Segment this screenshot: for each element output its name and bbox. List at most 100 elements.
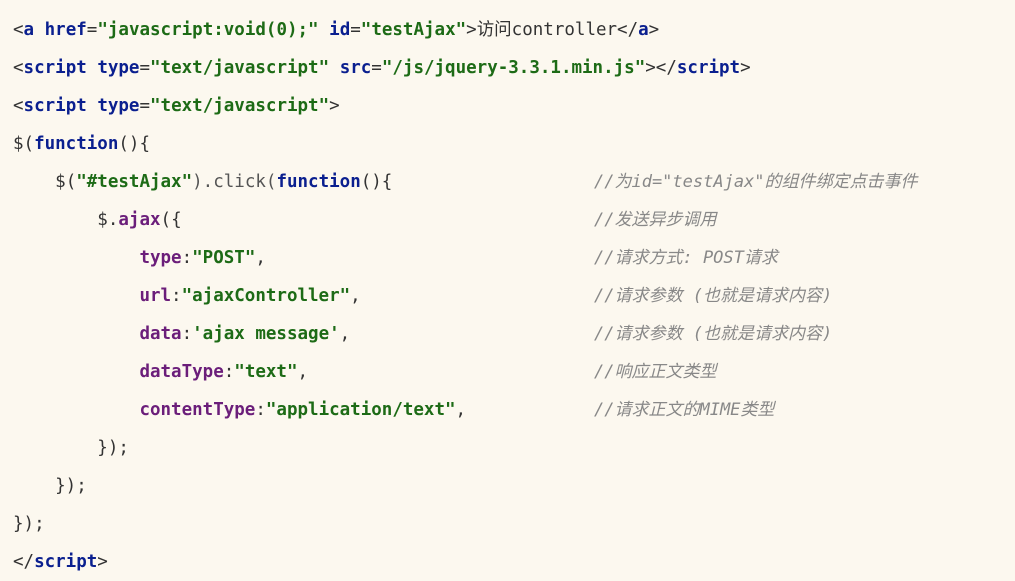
token-gt: > <box>329 96 340 116</box>
token-colon: : <box>181 248 193 268</box>
token-close-lt: </ <box>617 20 639 40</box>
token-eq: = <box>86 20 98 40</box>
code-line-9: data:'ajax message', <box>13 319 350 349</box>
token-lt: < <box>13 96 24 116</box>
token-plain: ).click( <box>192 172 277 192</box>
token-eq: = <box>139 58 151 78</box>
code-line-4: $(function(){ <box>13 129 150 159</box>
code-comment-11: //请求正文的MIME类型 <box>594 400 775 420</box>
code-line-6: $.ajax({ <box>13 205 182 235</box>
token-eq: = <box>350 20 361 40</box>
token-string: "testAjax" <box>360 20 467 40</box>
token-tag: script <box>676 58 741 78</box>
token-string: "#testAjax" <box>76 172 193 192</box>
token-lt: </ <box>13 552 35 572</box>
token-comma: , <box>255 248 266 268</box>
token-attr-type: type <box>97 96 140 116</box>
token-plain: $. <box>97 210 119 230</box>
code-line-5: $("#testAjax").click(function(){ <box>13 167 392 197</box>
token-colon: : <box>171 286 182 306</box>
token-tag: a <box>23 20 35 40</box>
code-line-15: </script> <box>13 547 108 577</box>
token-gt: > <box>466 20 477 40</box>
token-gt: > <box>740 58 751 78</box>
token-comma: , <box>339 324 351 344</box>
code-line-11: contentType:"application/text", <box>13 395 466 425</box>
token-tag: script <box>23 58 87 78</box>
code-line-12: }); <box>13 438 129 458</box>
code-comment-7: //请求方式: POST请求 <box>594 248 778 268</box>
code-line-2: <script type="text/javascript" src="/js/… <box>13 53 751 83</box>
code-comment-8: //请求参数 (也就是请求内容) <box>594 286 833 306</box>
token-property: data <box>139 324 182 344</box>
token-colon: : <box>223 362 235 382</box>
token-string: "POST" <box>192 248 256 268</box>
token-close-lt: </ <box>655 58 677 78</box>
token-eq: = <box>371 58 382 78</box>
code-line-10: dataType:"text", <box>13 357 308 387</box>
token-string: "text" <box>234 362 298 382</box>
code-comment-6: //发送异步调用 <box>594 210 717 230</box>
code-comment-10: //响应正文类型 <box>594 362 717 382</box>
token-comma: , <box>297 362 309 382</box>
token-property: type <box>139 248 182 268</box>
token-string: "ajaxController" <box>181 286 351 306</box>
code-block: <a href="javascript:void(0);" id="testAj… <box>0 0 1015 581</box>
token-string: "text/javascript" <box>150 58 330 78</box>
token-colon: : <box>181 324 193 344</box>
token-property: url <box>139 286 172 306</box>
token-plain: ({ <box>160 210 182 230</box>
token-lt: < <box>13 58 24 78</box>
token-keyword: function <box>34 134 119 154</box>
token-colon: : <box>255 400 266 420</box>
token-lt: < <box>13 20 24 40</box>
token-string: "text/javascript" <box>150 96 330 116</box>
token-text: 访问controller <box>476 20 618 40</box>
token-gt: > <box>645 58 656 78</box>
token-property: contentType <box>139 400 256 420</box>
token-string: "javascript:void(0);" <box>97 20 319 40</box>
token-attr-type: type <box>97 58 140 78</box>
token-comma: , <box>455 400 467 420</box>
token-eq: = <box>139 96 151 116</box>
token-property: ajax <box>118 210 161 230</box>
code-line-14: }); <box>13 514 45 534</box>
code-line-13: }); <box>13 476 87 496</box>
code-line-3: <script type="text/javascript"> <box>13 91 340 121</box>
token-attr-id: id <box>329 20 351 40</box>
code-line-1: <a href="javascript:void(0);" id="testAj… <box>13 15 659 45</box>
token-gt: > <box>97 552 108 572</box>
token-property: dataType <box>139 362 224 382</box>
code-line-8: url:"ajaxController", <box>13 281 361 311</box>
token-plain: $( <box>13 134 35 154</box>
token-attr-src: src <box>339 58 372 78</box>
code-line-7: type:"POST", <box>13 243 266 273</box>
token-tag: script <box>34 552 98 572</box>
token-string: "application/text" <box>265 400 456 420</box>
token-attr-href: href <box>44 20 87 40</box>
token-string: 'ajax message' <box>192 324 340 344</box>
token-plain: $( <box>55 172 77 192</box>
code-comment-5: //为id="testAjax"的组件绑定点击事件 <box>594 172 918 192</box>
token-string: "/js/jquery-3.3.1.min.js" <box>381 58 646 78</box>
token-tag: a <box>638 20 649 40</box>
token-comma: , <box>350 286 361 306</box>
token-keyword: function <box>276 172 361 192</box>
code-comment-9: //请求参数 (也就是请求内容) <box>594 324 833 344</box>
token-plain: (){ <box>360 172 393 192</box>
token-plain: (){ <box>118 134 150 154</box>
token-tag: script <box>23 96 87 116</box>
token-gt: > <box>648 20 660 40</box>
